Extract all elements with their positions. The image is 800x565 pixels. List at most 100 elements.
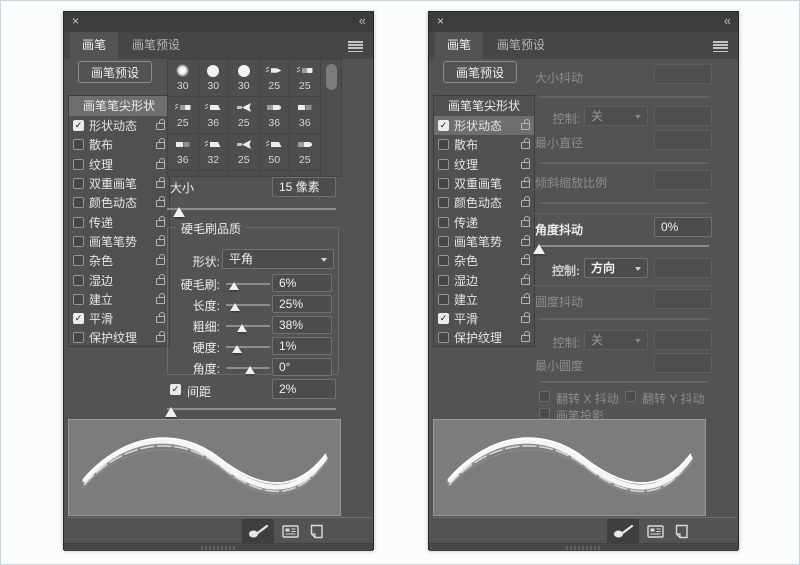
spacing-slider[interactable] — [167, 408, 336, 410]
brush-tip-cell[interactable]: 25 — [260, 60, 291, 97]
brush-presets-button[interactable]: 画笔预设 — [78, 61, 152, 83]
brush-presets-button[interactable]: 画笔预设 — [443, 61, 517, 83]
checkbox[interactable] — [73, 275, 84, 286]
sidebar-item-scattering[interactable]: 散布 — [434, 135, 534, 154]
brush-tip-cell[interactable]: 36 — [199, 97, 230, 134]
collapse-panel-icon[interactable]: « — [724, 13, 730, 28]
spacing-input[interactable]: 2% — [272, 379, 336, 399]
size-slider-thumb[interactable] — [173, 207, 185, 217]
lock-icon[interactable] — [156, 239, 165, 246]
bristle-preview-toggle-button[interactable] — [242, 519, 274, 543]
slider-thumb[interactable] — [229, 282, 239, 290]
brush-tip-cell[interactable] — [199, 171, 230, 177]
angle-jitter-input[interactable]: 0% — [654, 217, 712, 237]
sidebar-item-brush-pose[interactable]: 画笔笔势 — [69, 232, 169, 251]
lock-icon[interactable] — [156, 123, 165, 130]
lock-icon[interactable] — [156, 335, 165, 342]
lock-icon[interactable] — [156, 162, 165, 169]
checkbox[interactable] — [73, 332, 84, 343]
tab-brush[interactable]: 画笔 — [70, 32, 118, 59]
sidebar-item-noise[interactable]: 杂色 — [434, 251, 534, 270]
close-icon[interactable]: × — [437, 14, 444, 29]
brush-tip-cell[interactable] — [168, 171, 199, 177]
sidebar-item-brush-tip-shape[interactable]: 画笔笔尖形状 — [434, 96, 534, 116]
checkbox[interactable]: ✓ — [73, 120, 84, 131]
checkbox[interactable] — [438, 139, 449, 150]
resize-grip[interactable] — [566, 546, 602, 550]
lock-icon[interactable] — [521, 142, 530, 149]
brush-tip-cell[interactable]: 30 — [199, 60, 230, 97]
sidebar-item-texture[interactable]: 纹理 — [434, 155, 534, 174]
lock-icon[interactable] — [156, 316, 165, 323]
lock-icon[interactable] — [156, 200, 165, 207]
sidebar-item-brush-pose[interactable]: 画笔笔势 — [434, 232, 534, 251]
sidebar-item-transfer[interactable]: 传递 — [69, 212, 169, 231]
sidebar-item-smoothing[interactable]: ✓平滑 — [69, 309, 169, 328]
sidebar-item-texture[interactable]: 纹理 — [69, 155, 169, 174]
sidebar-item-scattering[interactable]: 散布 — [69, 135, 169, 154]
angle-jitter-slider-thumb[interactable] — [533, 244, 545, 254]
lock-icon[interactable] — [521, 297, 530, 304]
sidebar-item-protect-texture[interactable]: 保护纹理 — [69, 328, 169, 347]
brush-tip-cell[interactable]: 25 — [290, 134, 321, 171]
lock-icon[interactable] — [521, 316, 530, 323]
checkbox[interactable] — [438, 197, 449, 208]
tab-brush-presets[interactable]: 画笔预设 — [120, 32, 192, 59]
checkbox[interactable] — [438, 255, 449, 266]
bristle-param-slider[interactable] — [226, 325, 270, 327]
lock-icon[interactable] — [521, 200, 530, 207]
lock-icon[interactable] — [156, 181, 165, 188]
checkbox[interactable] — [73, 197, 84, 208]
sidebar-item-shape-dynamics[interactable]: ✓形状动态 — [69, 116, 169, 135]
checkbox[interactable] — [73, 217, 84, 228]
spacing-slider-thumb[interactable] — [165, 407, 177, 417]
brush-tip-cell[interactable]: 36 — [290, 97, 321, 134]
bristle-param-input[interactable]: 1% — [272, 337, 332, 355]
slider-thumb[interactable] — [237, 324, 247, 332]
brush-tip-cell[interactable]: 25 — [229, 97, 260, 134]
bristle-param-input[interactable]: 38% — [272, 316, 332, 334]
checkbox[interactable]: ✓ — [438, 120, 449, 131]
checkbox[interactable] — [438, 275, 449, 286]
sidebar-item-shape-dynamics[interactable]: ✓形状动态 — [434, 116, 534, 135]
brush-tip-cell[interactable]: 30 — [229, 60, 260, 97]
slider-thumb[interactable] — [245, 366, 255, 374]
checkbox[interactable] — [73, 294, 84, 305]
panel-menu-icon[interactable] — [348, 41, 363, 54]
bristle-param-input[interactable]: 6% — [272, 274, 332, 292]
brush-tip-cell[interactable]: 25 — [229, 134, 260, 171]
checkbox[interactable] — [438, 159, 449, 170]
brush-tip-cell[interactable]: 36 — [168, 134, 199, 171]
sidebar-item-noise[interactable]: 杂色 — [69, 251, 169, 270]
tab-brush-presets[interactable]: 画笔预设 — [485, 32, 557, 59]
angle-jitter-slider[interactable] — [539, 245, 709, 247]
sidebar-item-brush-tip-shape[interactable]: 画笔笔尖形状 — [69, 96, 169, 116]
checkbox[interactable]: ✓ — [73, 313, 84, 324]
checkbox[interactable] — [438, 332, 449, 343]
checkbox[interactable] — [438, 236, 449, 247]
sidebar-item-smoothing[interactable]: ✓平滑 — [434, 309, 534, 328]
close-icon[interactable]: × — [72, 14, 79, 29]
sidebar-item-build-up[interactable]: 建立 — [434, 290, 534, 309]
sidebar-item-protect-texture[interactable]: 保护纹理 — [434, 328, 534, 347]
brush-tip-cell[interactable]: 25 — [290, 60, 321, 97]
open-preset-manager-button[interactable] — [645, 522, 665, 540]
lock-icon[interactable] — [156, 142, 165, 149]
sidebar-item-build-up[interactable]: 建立 — [69, 290, 169, 309]
brush-tip-cell[interactable]: 36 — [260, 97, 291, 134]
checkbox[interactable] — [438, 294, 449, 305]
lock-icon[interactable] — [521, 181, 530, 188]
checkbox[interactable] — [73, 255, 84, 266]
sidebar-item-dual-brush[interactable]: 双重画笔 — [69, 174, 169, 193]
lock-icon[interactable] — [156, 278, 165, 285]
checkbox[interactable] — [438, 217, 449, 228]
collapse-panel-icon[interactable]: « — [359, 13, 365, 28]
spacing-checkbox[interactable]: ✓ — [170, 384, 181, 395]
brush-tip-cell[interactable]: 50 — [260, 134, 291, 171]
scrollbar-thumb[interactable] — [326, 64, 337, 90]
checkbox[interactable]: ✓ — [438, 313, 449, 324]
bristle-preview-toggle-button[interactable] — [607, 519, 639, 543]
sidebar-item-transfer[interactable]: 传递 — [434, 212, 534, 231]
panel-menu-icon[interactable] — [713, 41, 728, 54]
resize-grip[interactable] — [201, 546, 237, 550]
